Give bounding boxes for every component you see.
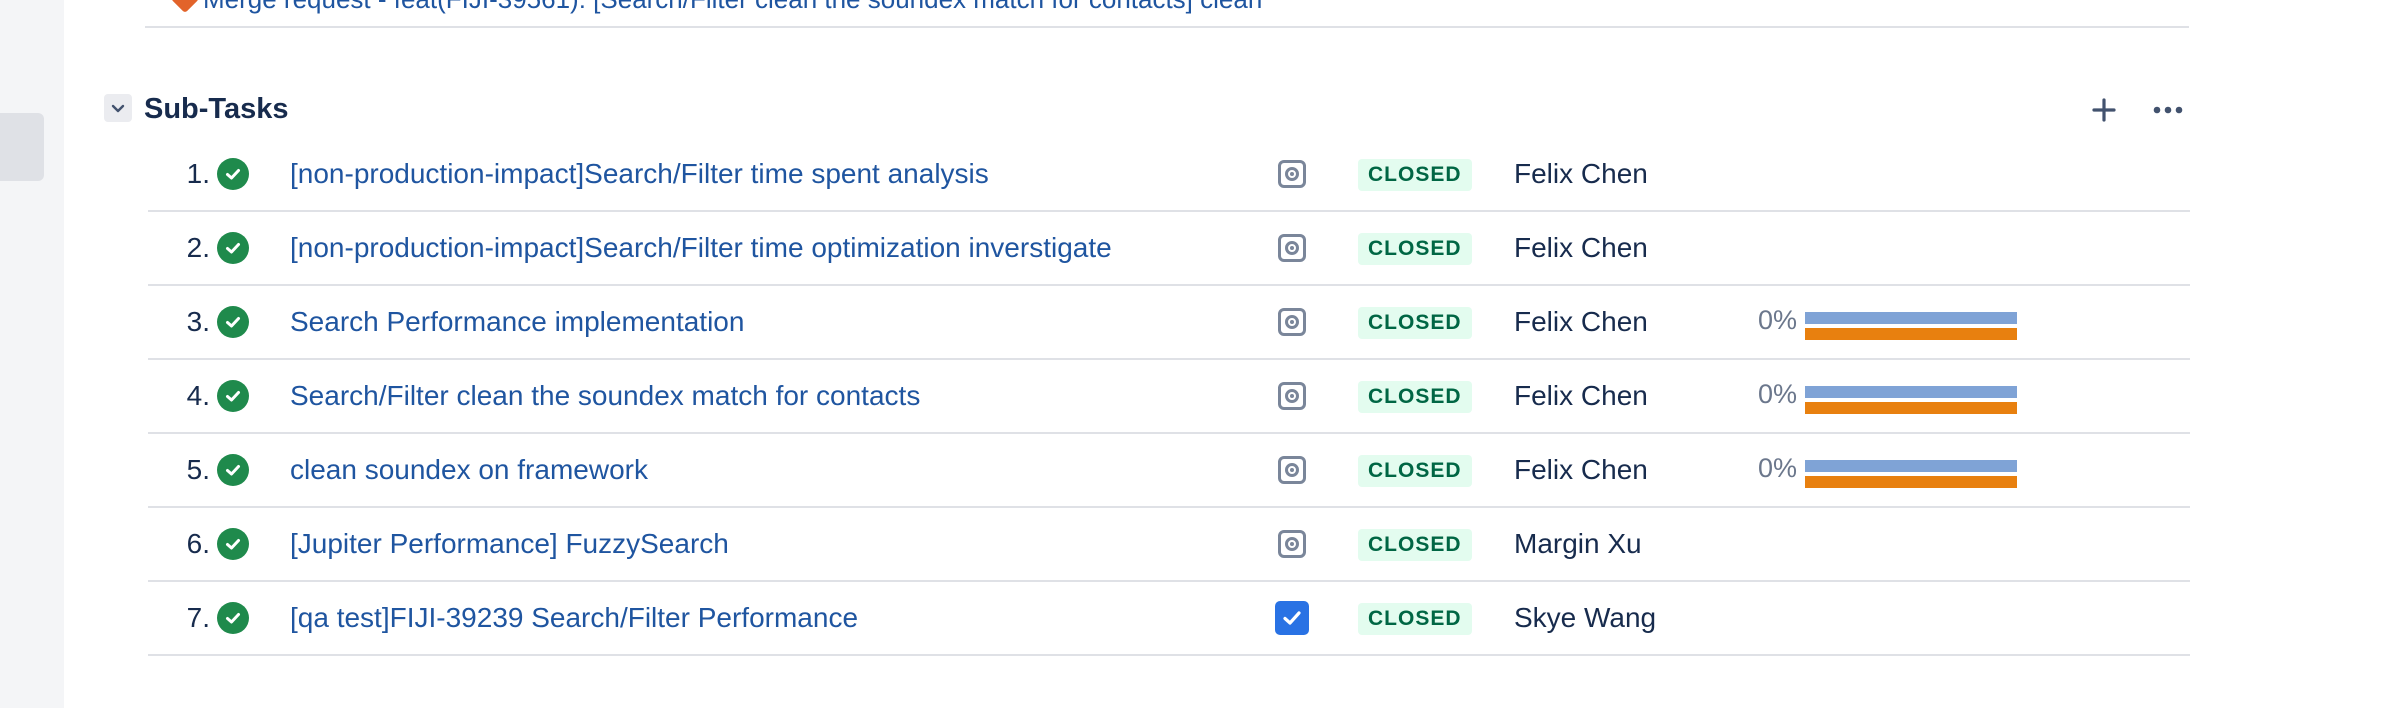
- status-badge[interactable]: CLOSED: [1358, 159, 1472, 191]
- remaining-bar: [1805, 402, 2017, 414]
- row-number: 1.: [186, 158, 210, 189]
- issue-type: [1275, 453, 1309, 487]
- subtask-row: 2. [non-production-impact]Search/Filter …: [148, 212, 2190, 286]
- status-badge[interactable]: CLOSED: [1358, 381, 1472, 413]
- collapse-toggle-button[interactable]: [104, 94, 132, 122]
- time-tracking-progress: 0%: [1757, 376, 2017, 416]
- task-checkbox-icon: [1275, 601, 1309, 635]
- more-actions-button[interactable]: [2144, 90, 2192, 130]
- divider: [145, 26, 2189, 28]
- sidebar-tab[interactable]: [0, 113, 44, 181]
- done-check-icon: [217, 306, 249, 338]
- subtask-summary-link[interactable]: [qa test]FIJI-39239 Search/Filter Perfor…: [290, 582, 858, 654]
- issue-type: [1275, 601, 1309, 635]
- assignee-name: Margin Xu: [1514, 528, 1642, 559]
- assignee-name: Skye Wang: [1514, 602, 1657, 633]
- estimate-bar: [1805, 386, 2017, 398]
- merge-request-icon: [170, 0, 200, 14]
- subtask-type-icon: [1278, 382, 1306, 410]
- subtask-summary-link[interactable]: [Jupiter Performance] FuzzySearch: [290, 508, 729, 580]
- done-check-icon: [217, 528, 249, 560]
- subtask-type-icon: [1278, 160, 1306, 188]
- subtask-summary-link[interactable]: Search Performance implementation: [290, 286, 744, 358]
- status-badge[interactable]: CLOSED: [1358, 233, 1472, 265]
- chevron-down-icon: [111, 104, 125, 113]
- subtask-row: 5. clean soundex on framework CLOSED Fel…: [148, 434, 2190, 508]
- progress-percent: 0%: [1757, 305, 1797, 335]
- estimate-bar: [1805, 460, 2017, 472]
- assignee-name: Felix Chen: [1514, 306, 1648, 337]
- section-title: Sub-Tasks: [144, 93, 289, 125]
- row-number: 4.: [186, 380, 210, 411]
- issue-type: [1275, 231, 1309, 265]
- status-badge[interactable]: CLOSED: [1358, 455, 1472, 487]
- add-subtask-button[interactable]: [2084, 90, 2124, 130]
- assignee-name: Felix Chen: [1514, 158, 1648, 189]
- row-number: 7.: [186, 602, 210, 633]
- assignee-name: Felix Chen: [1514, 454, 1648, 485]
- done-check-icon: [217, 602, 249, 634]
- subtask-type-icon: [1278, 530, 1306, 558]
- subtask-row: 4. Search/Filter clean the soundex match…: [148, 360, 2190, 434]
- issue-type: [1275, 379, 1309, 413]
- row-number: 5.: [186, 454, 210, 485]
- assignee-name: Felix Chen: [1514, 380, 1648, 411]
- linked-merge-request[interactable]: Merge request - feat(FIJI-39561): [Searc…: [170, 0, 1262, 15]
- subtask-row: 1. [non-production-impact]Search/Filter …: [148, 138, 2190, 212]
- subtask-list: 1. [non-production-impact]Search/Filter …: [148, 138, 2190, 656]
- subtask-row: 6. [Jupiter Performance] FuzzySearch CLO…: [148, 508, 2190, 582]
- issue-type: [1275, 305, 1309, 339]
- subtask-row: 3. Search Performance implementation CLO…: [148, 286, 2190, 360]
- done-check-icon: [217, 232, 249, 264]
- progress-percent: 0%: [1757, 379, 1797, 409]
- subtask-type-icon: [1278, 234, 1306, 262]
- time-tracking-progress: 0%: [1757, 302, 2017, 342]
- more-horizontal-icon: [2153, 106, 2183, 114]
- done-check-icon: [217, 454, 249, 486]
- subtask-summary-link[interactable]: Search/Filter clean the soundex match fo…: [290, 360, 920, 432]
- subtask-summary-link[interactable]: clean soundex on framework: [290, 434, 648, 506]
- issue-type: [1275, 157, 1309, 191]
- merge-request-link[interactable]: Merge request - feat(FIJI-39561): [Searc…: [203, 0, 1262, 15]
- subtask-type-icon: [1278, 308, 1306, 336]
- subtask-summary-link[interactable]: [non-production-impact]Search/Filter tim…: [290, 138, 989, 210]
- status-badge[interactable]: CLOSED: [1358, 307, 1472, 339]
- progress-percent: 0%: [1757, 453, 1797, 483]
- subtasks-header: Sub-Tasks: [104, 90, 2190, 130]
- done-check-icon: [217, 158, 249, 190]
- time-tracking-progress: 0%: [1757, 450, 2017, 490]
- estimate-bar: [1805, 312, 2017, 324]
- row-number: 2.: [186, 232, 210, 263]
- subtask-row: 7. [qa test]FIJI-39239 Search/Filter Per…: [148, 582, 2190, 656]
- issue-type: [1275, 527, 1309, 561]
- row-number: 3.: [186, 306, 210, 337]
- done-check-icon: [217, 380, 249, 412]
- status-badge[interactable]: CLOSED: [1358, 529, 1472, 561]
- assignee-name: Felix Chen: [1514, 232, 1648, 263]
- remaining-bar: [1805, 476, 2017, 488]
- status-badge[interactable]: CLOSED: [1358, 603, 1472, 635]
- plus-icon: [2092, 98, 2116, 122]
- subtask-type-icon: [1278, 456, 1306, 484]
- row-number: 6.: [186, 528, 210, 559]
- left-sidebar-rail: [0, 0, 64, 708]
- remaining-bar: [1805, 328, 2017, 340]
- subtask-summary-link[interactable]: [non-production-impact]Search/Filter tim…: [290, 212, 1112, 284]
